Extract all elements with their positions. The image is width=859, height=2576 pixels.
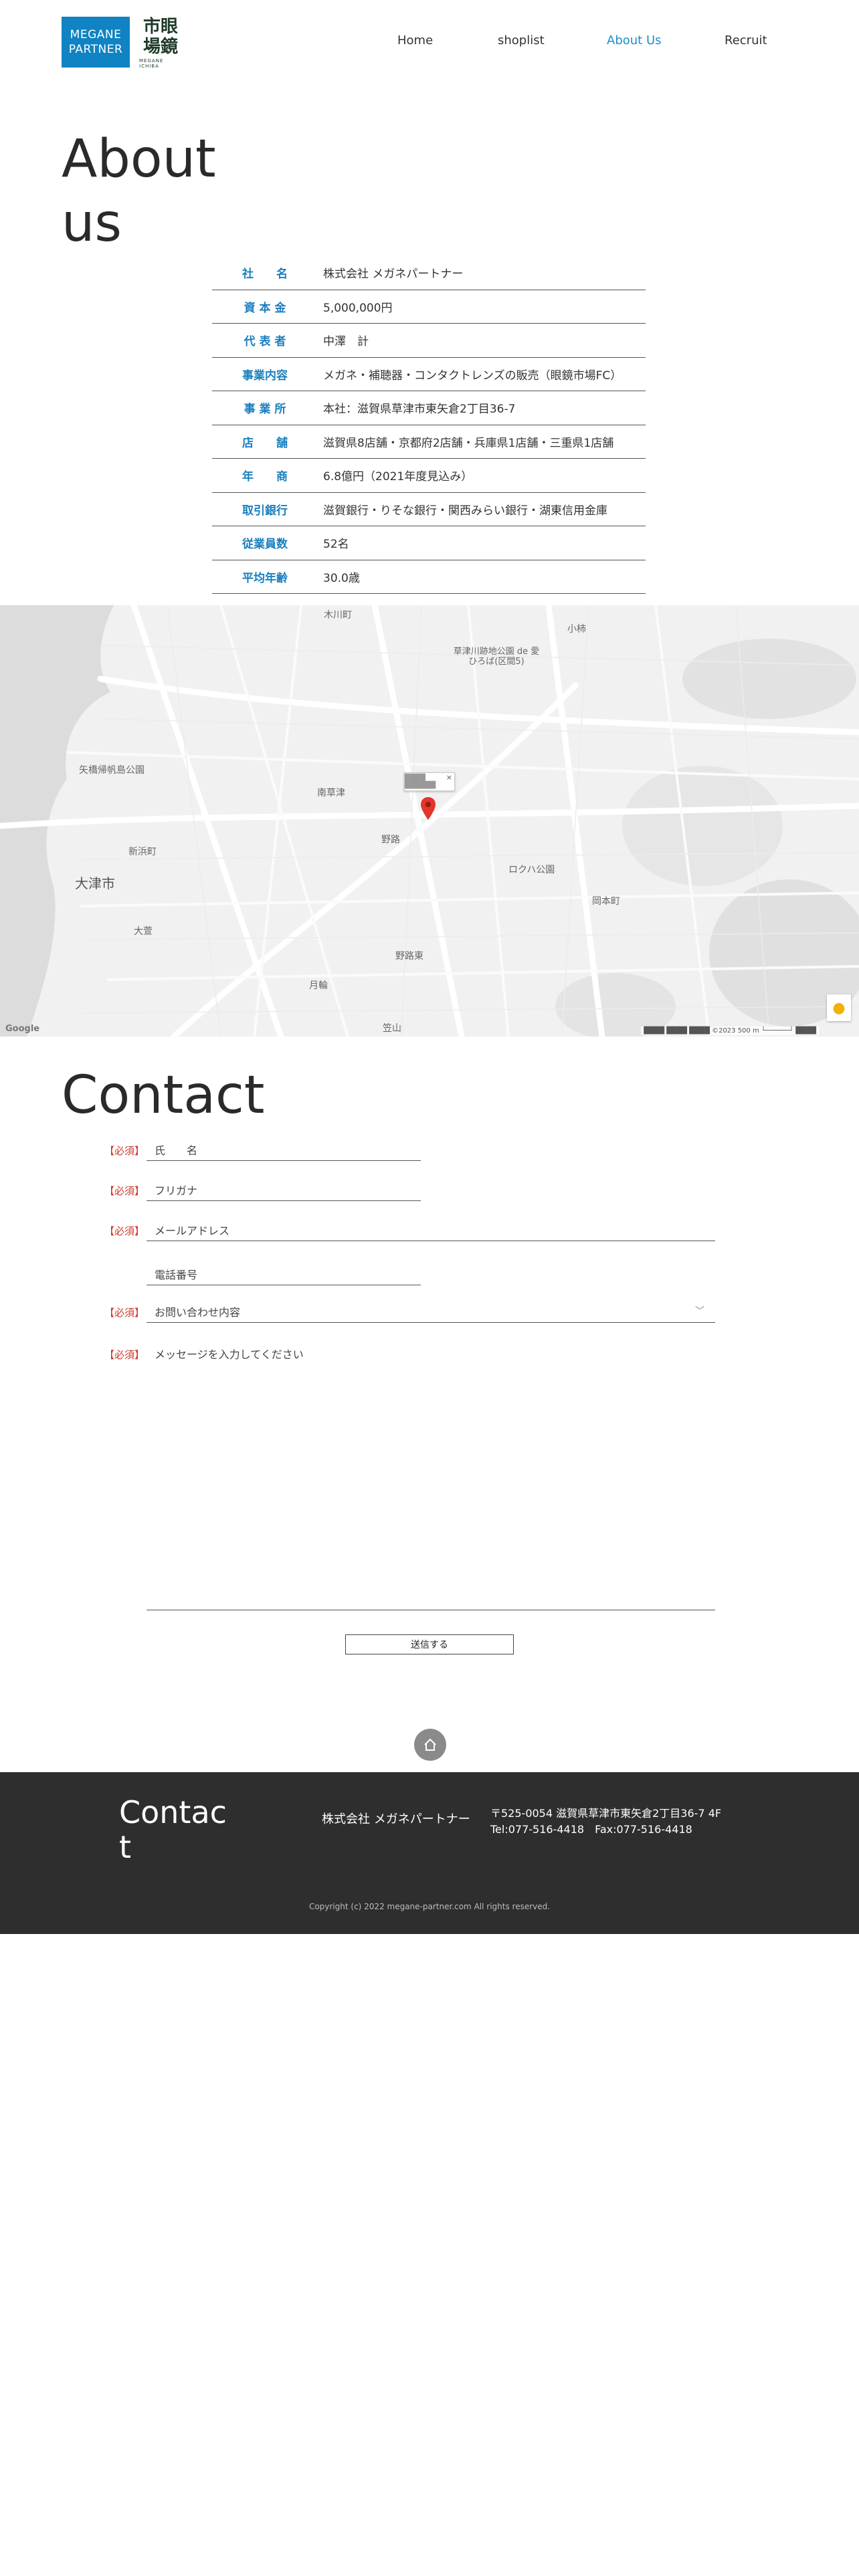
- main-nav: Home shoplist About Us Recruit: [0, 33, 859, 51]
- row-value: 52名: [323, 538, 349, 552]
- row-key: 年 商: [242, 470, 288, 484]
- row-key: 事 業 所: [244, 403, 286, 417]
- table-row: 従業員数 52名: [212, 526, 646, 560]
- map-label: 小柿: [567, 624, 586, 635]
- footer-tel-fax: Tel:077-516-4418 Fax:077-516-4418: [490, 1823, 692, 1836]
- table-row: 店 舗 滋賀県8店舗・京都府2店舗・兵庫県1店舗・三重県1店舗: [212, 425, 646, 459]
- map-label: 草津川跡地公園 de 愛ひろば(区間5): [453, 647, 540, 667]
- map-label: 野路: [381, 835, 400, 845]
- row-key: 従業員数: [242, 538, 288, 552]
- kana-field[interactable]: フリガナ: [147, 1178, 421, 1201]
- table-row: 事 業 所 本社：滋賀県草津市東矢倉2丁目36-7: [212, 391, 646, 425]
- table-row: 代 表 者 中澤 計: [212, 324, 646, 358]
- name-field[interactable]: 氏 名: [147, 1138, 421, 1161]
- map-label: 岡本町: [592, 896, 620, 907]
- row-value: 滋賀銀行・りそな銀行・関西みらい銀行・湖東信用金庫: [323, 504, 607, 518]
- submit-button[interactable]: 送信する: [345, 1634, 514, 1654]
- row-key: 代 表 者: [244, 335, 286, 349]
- nav-about-us[interactable]: About Us: [607, 33, 662, 47]
- map-label: 新浜町: [128, 847, 157, 857]
- inquiry-select[interactable]: お問い合わせ内容 ﹀: [147, 1300, 715, 1323]
- row-value: 30.0歳: [323, 571, 360, 585]
- map-label: 月輪: [309, 980, 328, 991]
- row-key: 取引銀行: [242, 504, 288, 518]
- footer-company: 株式会社 メガネパートナー: [322, 1812, 470, 1826]
- row-value: 5,000,000円: [323, 301, 393, 315]
- footer-address: 〒525-0054 滋賀県草津市東矢倉2丁目36-7 4F: [490, 1807, 722, 1820]
- phone-field[interactable]: 電話番号: [147, 1263, 421, 1285]
- logo-sub: MEGANE ICHIBA: [139, 58, 164, 69]
- map-label: ロクハ公園: [508, 865, 555, 875]
- footer-copyright: Copyright (c) 2022 megane-partner.com Al…: [308, 1902, 551, 1911]
- contact-title: Contact: [62, 1065, 265, 1125]
- table-row: 資 本 金 5,000,000円: [212, 290, 646, 324]
- row-key: 平均年齢: [242, 571, 288, 585]
- row-value: 株式会社 メガネパートナー: [323, 267, 464, 282]
- row-value: メガネ・補聴器・コンタクトレンズの販売（眼鏡市場FC）: [323, 368, 622, 383]
- row-value: 滋賀県8店舗・京都府2店舗・兵庫県1店舗・三重県1店舗: [323, 436, 614, 450]
- footer-address-block: 〒525-0054 滋賀県草津市東矢倉2丁目36-7 4F Tel:077-51…: [490, 1806, 721, 1838]
- row-value: 本社：滋賀県草津市東矢倉2丁目36-7: [323, 403, 516, 417]
- table-row: 年 商 6.8億円（2021年度見込み）: [212, 459, 646, 493]
- map-label: 野路東: [395, 951, 423, 962]
- inquiry-select-value: お問い合わせ内容: [155, 1305, 241, 1319]
- home-icon: [424, 1738, 436, 1751]
- close-icon[interactable]: ×: [446, 773, 452, 782]
- required-label: 【必須】: [104, 1145, 145, 1157]
- table-row: 取引銀行 滋賀銀行・りそな銀行・関西みらい銀行・湖東信用金庫: [212, 493, 646, 526]
- email-field[interactable]: メールアドレス: [147, 1218, 715, 1241]
- table-row: 平均年齢 30.0歳: [212, 560, 646, 594]
- nav-shoplist[interactable]: shoplist: [498, 33, 545, 47]
- required-label: 【必須】: [104, 1349, 145, 1361]
- table-row: 社 名 株式会社 メガネパートナー: [212, 256, 646, 290]
- company-info-table: 社 名 株式会社 メガネパートナー 資 本 金 5,000,000円 代 表 者…: [212, 256, 646, 594]
- map-pin-icon[interactable]: [421, 797, 436, 820]
- row-key: 事業内容: [242, 368, 288, 383]
- required-label: 【必須】: [104, 1225, 145, 1237]
- about-title: About us: [62, 129, 216, 253]
- nav-recruit[interactable]: Recruit: [725, 33, 767, 47]
- map-label: 矢橋帰帆島公園: [79, 765, 145, 776]
- map-label: 笠山: [383, 1023, 401, 1034]
- footer-title: Contact: [119, 1794, 227, 1865]
- row-value: 6.8億円（2021年度見込み）: [323, 470, 473, 484]
- site-header: MEGANE PARTNER 市眼 場鏡 MEGANE ICHIBA Home …: [0, 0, 859, 84]
- row-key: 社 名: [242, 267, 288, 282]
- street-view-pegman-icon[interactable]: ●: [827, 994, 851, 1021]
- map-label-city: 大津市: [75, 875, 115, 891]
- table-row: 事業内容 メガネ・補聴器・コンタクトレンズの販売（眼鏡市場FC）: [212, 358, 646, 391]
- message-textarea[interactable]: メッセージを入力してください: [147, 1343, 715, 1610]
- nav-home[interactable]: Home: [397, 33, 433, 47]
- back-to-home-button[interactable]: [414, 1729, 446, 1761]
- map-canvas: [0, 605, 859, 1037]
- google-map[interactable]: 大津市 矢橋帰帆島公園 新浜町 大萱 南草津 野路 ロクハ公園 野路東 月輪 草…: [0, 605, 859, 1037]
- chevron-down-icon: ﹀: [695, 1306, 704, 1317]
- google-logo: Google: [5, 1024, 40, 1034]
- required-label: 【必須】: [104, 1185, 145, 1197]
- map-attribution[interactable]: ████ ████ ████ ©2023 500 m └──────┘ ████: [641, 1027, 819, 1035]
- required-label: 【必須】: [104, 1307, 145, 1319]
- map-info-popup[interactable]: ████ ██████ ×: [404, 772, 455, 791]
- row-key: 店 舗: [242, 436, 288, 450]
- row-value: 中澤 計: [323, 335, 369, 349]
- site-footer: Contact 株式会社 メガネパートナー 〒525-0054 滋賀県草津市東矢…: [0, 1772, 859, 1934]
- map-label: 南草津: [317, 788, 345, 798]
- map-label: 大萱: [134, 926, 153, 937]
- map-label: 木川町: [324, 610, 352, 621]
- row-key: 資 本 金: [244, 301, 286, 315]
